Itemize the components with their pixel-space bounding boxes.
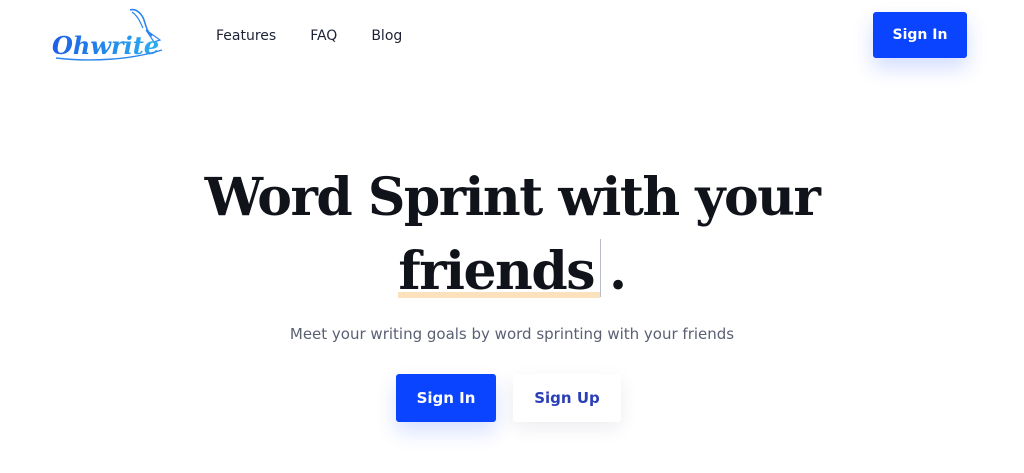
ohwrite-logo-graphic: Ohwrite: [52, 8, 163, 61]
nav-link-features[interactable]: Features: [216, 27, 276, 45]
nav-link-faq[interactable]: FAQ: [310, 27, 337, 45]
hero-title-period: .: [608, 241, 627, 302]
ohwrite-logo[interactable]: Ohwrite: [50, 6, 168, 68]
header-sign-in-button[interactable]: Sign In: [873, 12, 967, 58]
hero-sign-up-button[interactable]: Sign Up: [513, 374, 621, 422]
hero-title-line2: friends .: [0, 236, 1024, 308]
hero-subtitle: Meet your writing goals by word sprintin…: [289, 325, 735, 343]
typed-word: friends: [398, 236, 600, 308]
hero-title-line1: Word Sprint with your: [204, 167, 821, 228]
nav-link-blog[interactable]: Blog: [371, 27, 402, 45]
typed-word-text: friends: [398, 241, 595, 302]
typing-caret: [599, 239, 601, 297]
hero-actions: Sign In Sign Up: [396, 374, 621, 422]
logo-wordmark: Ohwrite: [52, 31, 159, 60]
main-nav: Features FAQ Blog: [216, 27, 436, 45]
landing-page: Ohwrite Features FAQ Blog Sign In Word S…: [0, 0, 1024, 473]
hero-sign-in-button[interactable]: Sign In: [396, 374, 496, 422]
